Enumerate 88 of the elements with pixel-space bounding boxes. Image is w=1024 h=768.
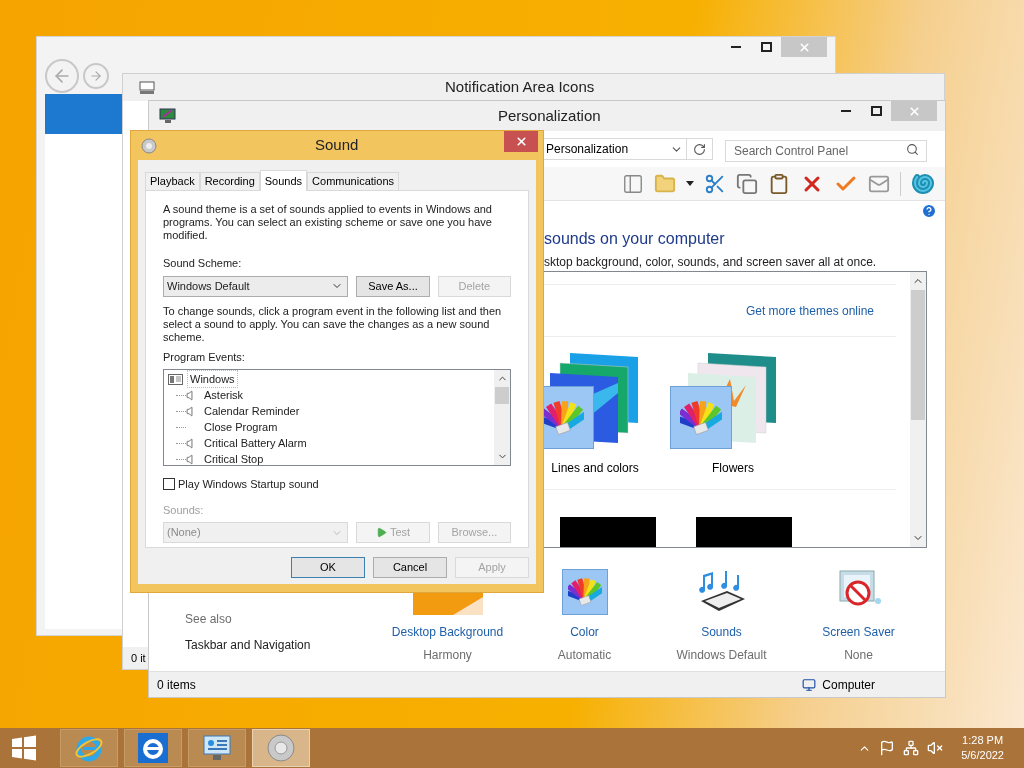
dialog-button[interactable]: OK bbox=[291, 557, 365, 578]
event-item[interactable]: Critical Battery Alarm bbox=[204, 434, 307, 452]
network-icon[interactable] bbox=[903, 740, 920, 756]
page-heading: sounds on your computer bbox=[544, 230, 725, 247]
setting-link[interactable]: Color bbox=[570, 623, 599, 641]
minimize-icon bbox=[731, 46, 741, 48]
cut-icon[interactable] bbox=[704, 172, 726, 195]
address-field[interactable]: Personalization bbox=[543, 138, 687, 160]
taskbar-button[interactable] bbox=[252, 729, 310, 767]
event-item[interactable]: Close Program bbox=[204, 418, 278, 436]
window-title: Notification Area Icons bbox=[445, 77, 595, 98]
scrollbar[interactable] bbox=[494, 370, 510, 465]
intro-text: A sound theme is a set of sounds applied to events in Windows and programs. You can select an existing scheme or save one you have modified. bbox=[163, 203, 493, 242]
setting-link[interactable]: Desktop Background bbox=[391, 623, 504, 641]
shell-icon[interactable] bbox=[911, 171, 935, 196]
checkbox[interactable] bbox=[163, 478, 175, 491]
speaker-icon bbox=[266, 733, 296, 763]
sound-dialog[interactable] bbox=[130, 130, 544, 593]
close-button[interactable] bbox=[504, 131, 538, 152]
scrollbar[interactable] bbox=[910, 272, 926, 547]
flag-icon[interactable] bbox=[879, 740, 896, 756]
forward-arrow-icon bbox=[89, 69, 103, 83]
instructions-text: To change sounds, click a program event in the following list and then select a sound to apply. You can save the changes as a new sound scheme. bbox=[163, 304, 503, 344]
setting-value: Automatic bbox=[557, 647, 612, 664]
search-icon bbox=[906, 143, 919, 156]
copy-icon[interactable] bbox=[736, 172, 758, 195]
field-label: Program Events: bbox=[163, 349, 246, 365]
refresh-icon bbox=[693, 142, 706, 156]
browser-icon bbox=[138, 733, 168, 763]
computer-icon bbox=[802, 677, 817, 692]
event-item[interactable]: Asterisk bbox=[204, 386, 244, 404]
play-icon bbox=[375, 527, 387, 538]
theme-thumbnail[interactable] bbox=[560, 517, 656, 547]
event-item[interactable]: Critical Stop bbox=[204, 450, 264, 468]
setting-value: Harmony bbox=[423, 647, 472, 664]
taskbar-button[interactable] bbox=[124, 729, 182, 767]
refresh-button[interactable] bbox=[687, 138, 713, 160]
taskbar-button[interactable] bbox=[188, 729, 246, 767]
speaker-icon bbox=[141, 137, 157, 154]
checkbox-label[interactable]: Play Windows Startup sound bbox=[178, 476, 319, 493]
windows-logo-icon bbox=[11, 735, 37, 761]
layout-pane-icon[interactable] bbox=[622, 172, 644, 195]
tab[interactable]: Sounds bbox=[259, 170, 308, 191]
search-field[interactable]: Search Control Panel bbox=[725, 140, 927, 162]
maximize-icon bbox=[870, 106, 882, 116]
status-text: 0 items bbox=[157, 676, 197, 694]
scroll-thumb[interactable] bbox=[911, 290, 925, 420]
setting-link[interactable]: Sounds bbox=[701, 623, 742, 641]
close-icon bbox=[907, 104, 921, 118]
scheme-button[interactable]: Save As... bbox=[356, 275, 430, 297]
theme-name[interactable]: Flowers bbox=[712, 458, 754, 477]
setting-link[interactable]: Screen Saver bbox=[822, 623, 895, 641]
control-panel-icon bbox=[202, 734, 232, 762]
color-fan-icon bbox=[567, 575, 602, 609]
theme-name[interactable]: Lines and colors bbox=[551, 458, 639, 477]
dialog-title: Sound bbox=[315, 135, 359, 156]
see-also-heading: See also bbox=[185, 611, 233, 628]
dialog-button[interactable]: Cancel bbox=[373, 557, 447, 578]
minimize-icon bbox=[841, 110, 851, 112]
maximize-icon bbox=[760, 42, 772, 52]
folder-icon[interactable] bbox=[654, 172, 676, 195]
window-list-icon bbox=[168, 373, 183, 385]
monitor-icon bbox=[159, 108, 177, 124]
help-icon[interactable] bbox=[921, 203, 937, 219]
see-also-link[interactable]: Taskbar and Navigation bbox=[185, 636, 379, 654]
caret-icon[interactable] bbox=[686, 181, 694, 186]
setting-value: None bbox=[844, 647, 873, 664]
paste-icon[interactable] bbox=[768, 172, 790, 195]
tab[interactable]: Playback bbox=[145, 172, 200, 190]
status-location: Computer bbox=[822, 676, 875, 694]
setting-value: Windows Default bbox=[676, 647, 767, 664]
themes-link[interactable]: Get more themes online bbox=[745, 301, 874, 320]
field-label: Sound Scheme: bbox=[163, 256, 243, 271]
close-icon bbox=[514, 135, 528, 148]
description-text: sktop background, color, sounds, and screen saver all at once. bbox=[544, 255, 877, 269]
scheme-dropdown[interactable]: Windows Default bbox=[163, 275, 349, 297]
field-label: Sounds: bbox=[163, 502, 205, 518]
muted-speaker-icon[interactable] bbox=[927, 740, 944, 756]
clock[interactable]: 1:28 PM 5/6/2022 bbox=[961, 733, 1004, 763]
close-icon bbox=[797, 40, 811, 54]
event-item[interactable]: Calendar Reminder bbox=[204, 402, 300, 420]
tab[interactable]: Communications bbox=[307, 172, 399, 190]
tab[interactable]: Recording bbox=[199, 172, 260, 190]
scroll-thumb[interactable] bbox=[495, 387, 509, 404]
theme-thumbnail[interactable] bbox=[696, 517, 792, 547]
status-text: 0 it bbox=[131, 650, 146, 666]
event-group[interactable]: Windows bbox=[187, 369, 238, 389]
window-title: Personalization bbox=[498, 105, 601, 126]
